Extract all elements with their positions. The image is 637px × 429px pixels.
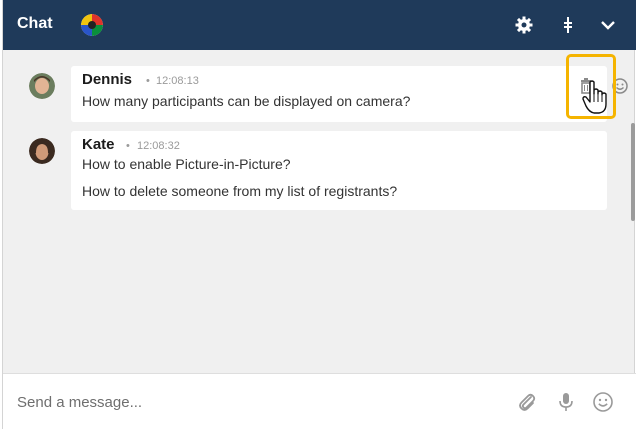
avatar-dennis <box>29 73 55 99</box>
message-time: 12:08:32 <box>137 140 180 152</box>
message-input[interactable] <box>17 388 487 416</box>
participant-avatar[interactable] <box>81 14 103 36</box>
message-text: How to enable Picture-in-Picture? <box>82 156 291 172</box>
emoji-icon[interactable] <box>591 390 615 414</box>
message-text: How many participants can be displayed o… <box>82 93 411 109</box>
chat-header: Chat <box>3 0 636 50</box>
pin-icon[interactable] <box>557 14 579 36</box>
scrollbar-thumb[interactable] <box>631 123 635 221</box>
gear-icon[interactable] <box>513 14 535 36</box>
message-author: Kate <box>82 136 115 153</box>
message-composer <box>3 373 636 429</box>
message-bubble-kate: Kate • 12:08:32 How to enable Picture-in… <box>71 131 607 210</box>
message-separator: • <box>146 75 150 87</box>
avatar-kate <box>29 138 55 164</box>
chat-window: Chat Dennis • 12:08:13 How many particip… <box>2 0 636 429</box>
microphone-icon[interactable] <box>554 390 578 414</box>
message-bubble-dennis: Dennis • 12:08:13 How many participants … <box>71 66 628 122</box>
hand-cursor-icon <box>581 80 609 116</box>
paperclip-icon[interactable] <box>515 390 539 414</box>
message-text: How to delete someone from my list of re… <box>82 183 398 199</box>
message-author: Dennis <box>82 71 133 88</box>
chat-title: Chat <box>17 15 53 32</box>
message-time: 12:08:13 <box>156 75 199 87</box>
message-separator: • <box>126 140 130 152</box>
message-list[interactable]: Dennis • 12:08:13 How many participants … <box>3 50 636 372</box>
chevron-down-icon[interactable] <box>597 14 619 36</box>
